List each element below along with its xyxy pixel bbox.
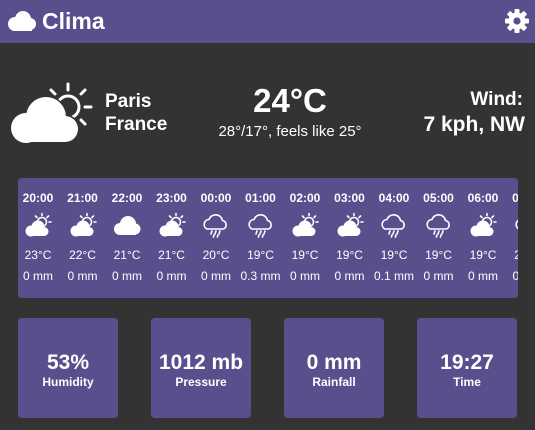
- hour-temperature: 20°C: [514, 248, 518, 262]
- partly-cloudy-icon: [470, 212, 497, 237]
- rainfall-label: Rainfall: [312, 375, 356, 389]
- country-name: France: [105, 114, 168, 135]
- wind-label: Wind:: [470, 89, 523, 110]
- hour-column: 05:00 19°C 0 mm: [419, 178, 459, 288]
- time-card: 19:27 Time: [417, 318, 517, 418]
- hour-column: 22:00 21°C 0 mm: [107, 178, 147, 288]
- humidity-card: 53% Humidity: [18, 318, 118, 418]
- hour-time: 07:00: [512, 191, 518, 205]
- partly-cloudy-icon: [337, 212, 364, 237]
- cloud-icon: [8, 11, 36, 31]
- hour-column: 23:00 21°C 0 mm: [152, 178, 192, 288]
- horizontal-scrollbar[interactable]: [18, 296, 518, 298]
- humidity-value: 53%: [46, 351, 90, 374]
- partly-cloudy-icon: [159, 212, 186, 237]
- rain-icon: [425, 214, 450, 238]
- rainfall-card: 0 mm Rainfall: [284, 318, 384, 418]
- hour-column: 00:00 20°C 0 mm: [196, 178, 236, 288]
- partly-cloudy-icon: [292, 212, 319, 237]
- time-label: Time: [453, 375, 481, 389]
- temperature-range-feels-like: 28°/17°, feels like 25°: [218, 123, 362, 140]
- gear-icon[interactable]: [504, 8, 530, 34]
- partly-cloudy-icon: [25, 212, 52, 237]
- partly-cloudy-icon: [70, 212, 97, 237]
- hour-column: 03:00 19°C 0 mm: [330, 178, 370, 288]
- hour-column: 01:00 19°C 0.3 mm: [240, 178, 280, 288]
- cloud-icon: [114, 216, 141, 235]
- partly-cloudy-icon: [9, 82, 93, 145]
- city-name: Paris: [105, 91, 152, 112]
- hour-column: 07:00 20°C 0 mm: [508, 178, 518, 288]
- pressure-label: Pressure: [175, 375, 227, 389]
- app-title: Clima: [42, 8, 105, 34]
- hour-column: 04:00 19°C 0.1 mm: [374, 178, 414, 288]
- app-header: Clima: [0, 0, 535, 43]
- rainfall-value: 0 mm: [306, 351, 362, 374]
- wind-value: 7 kph, NW: [423, 113, 525, 136]
- rain-icon: [247, 214, 272, 238]
- rain-icon: [381, 214, 405, 238]
- pressure-card: 1012 mb Pressure: [151, 318, 251, 418]
- hour-column: 06:00 19°C 0 mm: [463, 178, 503, 288]
- hour-column: 20:00 23°C 0 mm: [18, 178, 58, 288]
- current-temperature: 24°C: [253, 82, 327, 119]
- time-value: 19:27: [440, 351, 494, 374]
- hour-column: 02:00 19°C 0 mm: [285, 178, 325, 288]
- humidity-label: Humidity: [42, 375, 94, 389]
- rain-icon: [514, 219, 518, 230]
- pressure-value: 1012 mb: [158, 351, 244, 374]
- rain-icon: [203, 214, 227, 238]
- hourly-forecast[interactable]: 20:00 23°C 0 mm 21:00 22°C 0 mm 22:00 21°C 0 mm 2…: [18, 178, 518, 298]
- hour-rainfall: 0 mm: [512, 269, 519, 283]
- hour-column: 21:00 22°C 0 mm: [63, 178, 103, 288]
